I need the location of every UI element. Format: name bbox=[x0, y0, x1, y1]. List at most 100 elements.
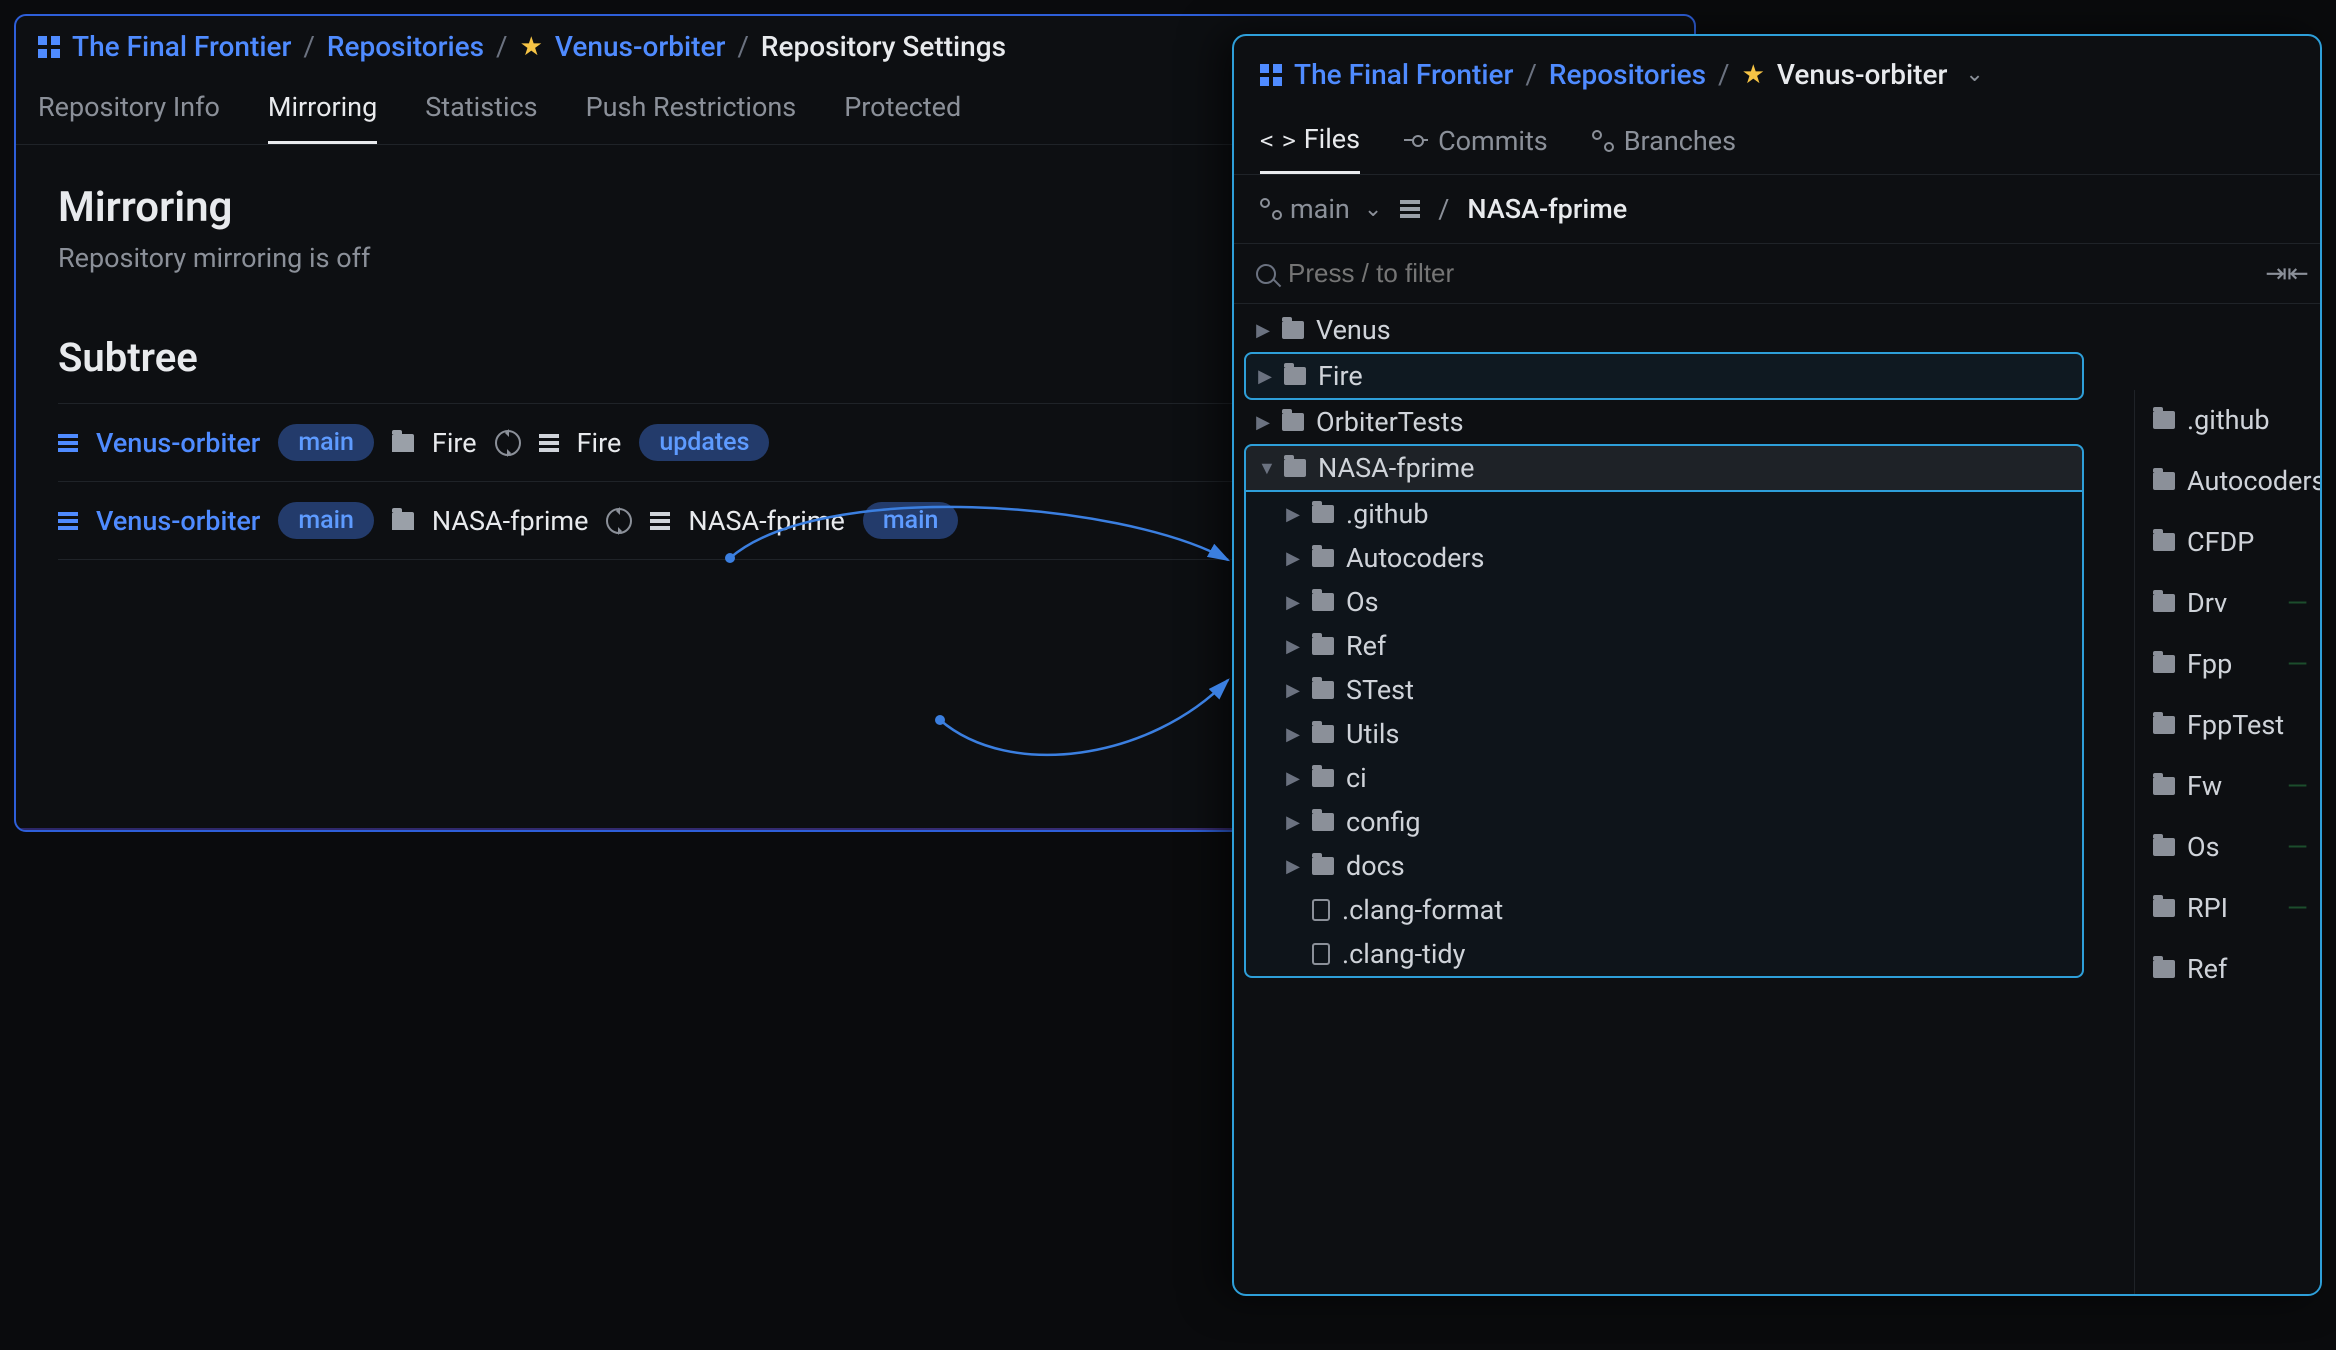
folder-icon bbox=[1284, 459, 1306, 477]
path-root[interactable]: / bbox=[1438, 193, 1449, 225]
file-tree: ▶ Venus ▶ Fire ▶ OrbiterTests ▼ NASA-fpr… bbox=[1234, 304, 2094, 994]
tab-protected[interactable]: Protected bbox=[844, 91, 961, 144]
tab-branches[interactable]: Branches bbox=[1592, 123, 1736, 174]
star-icon[interactable]: ★ bbox=[520, 34, 543, 60]
list-item[interactable]: .github bbox=[2135, 390, 2320, 451]
list-item[interactable]: RPI— bbox=[2135, 878, 2320, 939]
tree-folder-nasa-fprime[interactable]: ▼ NASA-fprime bbox=[1244, 444, 2084, 492]
tab-statistics[interactable]: Statistics bbox=[425, 91, 537, 144]
tree-label: STest bbox=[1346, 674, 1414, 706]
list-item[interactable]: Os— bbox=[2135, 817, 2320, 878]
folder-icon bbox=[1312, 681, 1334, 699]
filter-input[interactable] bbox=[1288, 258, 1688, 289]
tree-folder-fire[interactable]: ▶ Fire bbox=[1244, 352, 2084, 400]
caret-right-icon: ▶ bbox=[1256, 412, 1270, 433]
list-item[interactable]: Autocoders bbox=[2135, 451, 2320, 512]
tab-commits[interactable]: Commits bbox=[1404, 123, 1548, 174]
caret-right-icon: ▶ bbox=[1256, 320, 1270, 341]
folder-icon bbox=[1312, 593, 1334, 611]
tree-folder[interactable]: ▶Os bbox=[1246, 580, 2082, 624]
list-item[interactable]: FppTest bbox=[2135, 695, 2320, 756]
tree-label: Venus bbox=[1316, 314, 1391, 346]
folder-icon bbox=[2153, 777, 2175, 795]
commit-icon bbox=[1404, 129, 1428, 153]
folder-icon bbox=[2153, 899, 2175, 917]
breadcrumb-project[interactable]: The Final Frontier bbox=[1294, 58, 1513, 91]
folder-icon bbox=[2153, 411, 2175, 429]
project-icon bbox=[1260, 64, 1282, 86]
breadcrumb-repos[interactable]: Repositories bbox=[1549, 58, 1706, 91]
tree-label: Ref bbox=[1346, 630, 1386, 662]
list-label: Ref bbox=[2187, 953, 2227, 985]
subtree-dst-branch[interactable]: updates bbox=[639, 424, 769, 461]
list-item[interactable]: Ref bbox=[2135, 939, 2320, 1000]
folder-icon bbox=[1312, 857, 1334, 875]
list-item[interactable]: Drv— bbox=[2135, 573, 2320, 634]
tree-folder[interactable]: ▶ci bbox=[1246, 756, 2082, 800]
list-label: CFDP bbox=[2187, 526, 2254, 558]
subtree-src-repo[interactable]: Venus-orbiter bbox=[96, 505, 260, 537]
list-item[interactable]: CFDP bbox=[2135, 512, 2320, 573]
breadcrumb-repos[interactable]: Repositories bbox=[327, 30, 484, 63]
path-current[interactable]: NASA-fprime bbox=[1467, 193, 1627, 225]
folder-list: .github Autocoders CFDP Drv— Fpp— FppTes… bbox=[2134, 390, 2320, 1296]
tree-folder[interactable]: ▶ Utils bbox=[1246, 712, 2082, 756]
folder-icon bbox=[1312, 549, 1334, 567]
subtree-dst-branch[interactable]: main bbox=[863, 502, 959, 539]
tree-folder[interactable]: ▶docs bbox=[1246, 844, 2082, 888]
tree-label: docs bbox=[1346, 850, 1405, 882]
repo-icon bbox=[58, 512, 78, 530]
sync-icon[interactable] bbox=[606, 508, 632, 534]
collapse-tree-icon[interactable]: ⇥⇤ bbox=[2276, 263, 2298, 285]
list-item[interactable]: Fw— bbox=[2135, 756, 2320, 817]
tab-files[interactable]: Files bbox=[1260, 123, 1360, 174]
subtree-src-repo[interactable]: Venus-orbiter bbox=[96, 427, 260, 459]
caret-right-icon: ▶ bbox=[1286, 724, 1300, 745]
breadcrumb-repo[interactable]: Venus-orbiter bbox=[555, 30, 725, 63]
tab-push-restrictions[interactable]: Push Restrictions bbox=[586, 91, 797, 144]
breadcrumb-sep: / bbox=[303, 30, 315, 63]
breadcrumb-sep: / bbox=[496, 30, 508, 63]
tree-children: ▶.github ▶Autocoders ▶Os ▶Ref ▶STest ▶Ut… bbox=[1244, 492, 2084, 978]
folder-icon bbox=[2153, 472, 2175, 490]
sync-icon[interactable] bbox=[495, 430, 521, 456]
subtree-dst-repo[interactable]: Fire bbox=[577, 427, 622, 459]
list-label: Fpp bbox=[2187, 648, 2232, 680]
folder-icon bbox=[1312, 769, 1334, 787]
tree-folder[interactable]: ▶.github bbox=[1246, 492, 2082, 536]
tree-label: Autocoders bbox=[1346, 542, 1484, 574]
file-icon bbox=[1312, 943, 1330, 965]
tree-folder[interactable]: ▶ OrbiterTests bbox=[1244, 400, 2084, 444]
list-label: RPI bbox=[2187, 892, 2228, 924]
repo-icon bbox=[650, 512, 670, 530]
tree-label: Utils bbox=[1346, 718, 1399, 750]
chevron-down-icon[interactable]: ⌄ bbox=[1965, 62, 1983, 87]
branch-name: main bbox=[1290, 193, 1350, 225]
branch-selector[interactable]: main ⌄ bbox=[1260, 193, 1382, 225]
breadcrumb-repo[interactable]: Venus-orbiter bbox=[1777, 58, 1947, 91]
list-label: Drv bbox=[2187, 587, 2227, 619]
tree-file[interactable]: .clang-format bbox=[1246, 888, 2082, 932]
tree-label: config bbox=[1346, 806, 1421, 838]
list-item[interactable]: Fpp— bbox=[2135, 634, 2320, 695]
tab-mirroring[interactable]: Mirroring bbox=[268, 91, 377, 144]
tree-folder[interactable]: ▶ Venus bbox=[1244, 308, 2084, 352]
caret-right-icon: ▶ bbox=[1286, 504, 1300, 525]
tree-folder[interactable]: ▶STest bbox=[1246, 668, 2082, 712]
tree-folder[interactable]: ▶Ref bbox=[1246, 624, 2082, 668]
subtree-src-branch[interactable]: main bbox=[278, 424, 374, 461]
star-icon[interactable]: ★ bbox=[1742, 62, 1765, 88]
breadcrumb-project[interactable]: The Final Frontier bbox=[72, 30, 291, 63]
tree-folder[interactable]: ▶config bbox=[1246, 800, 2082, 844]
folder-icon bbox=[2153, 594, 2175, 612]
tree-file[interactable]: .clang-tidy bbox=[1246, 932, 2082, 976]
tab-repository-info[interactable]: Repository Info bbox=[38, 91, 220, 144]
tree-label: OrbiterTests bbox=[1316, 406, 1464, 438]
folder-icon bbox=[2153, 838, 2175, 856]
branch-bar: main ⌄ / NASA-fprime bbox=[1234, 175, 2320, 244]
subtree-dst-repo[interactable]: NASA-fprime bbox=[688, 505, 844, 537]
tree-folder[interactable]: ▶Autocoders bbox=[1246, 536, 2082, 580]
tree-label: Os bbox=[1346, 586, 1379, 618]
subtree-src-branch[interactable]: main bbox=[278, 502, 374, 539]
search-icon bbox=[1256, 264, 1276, 284]
